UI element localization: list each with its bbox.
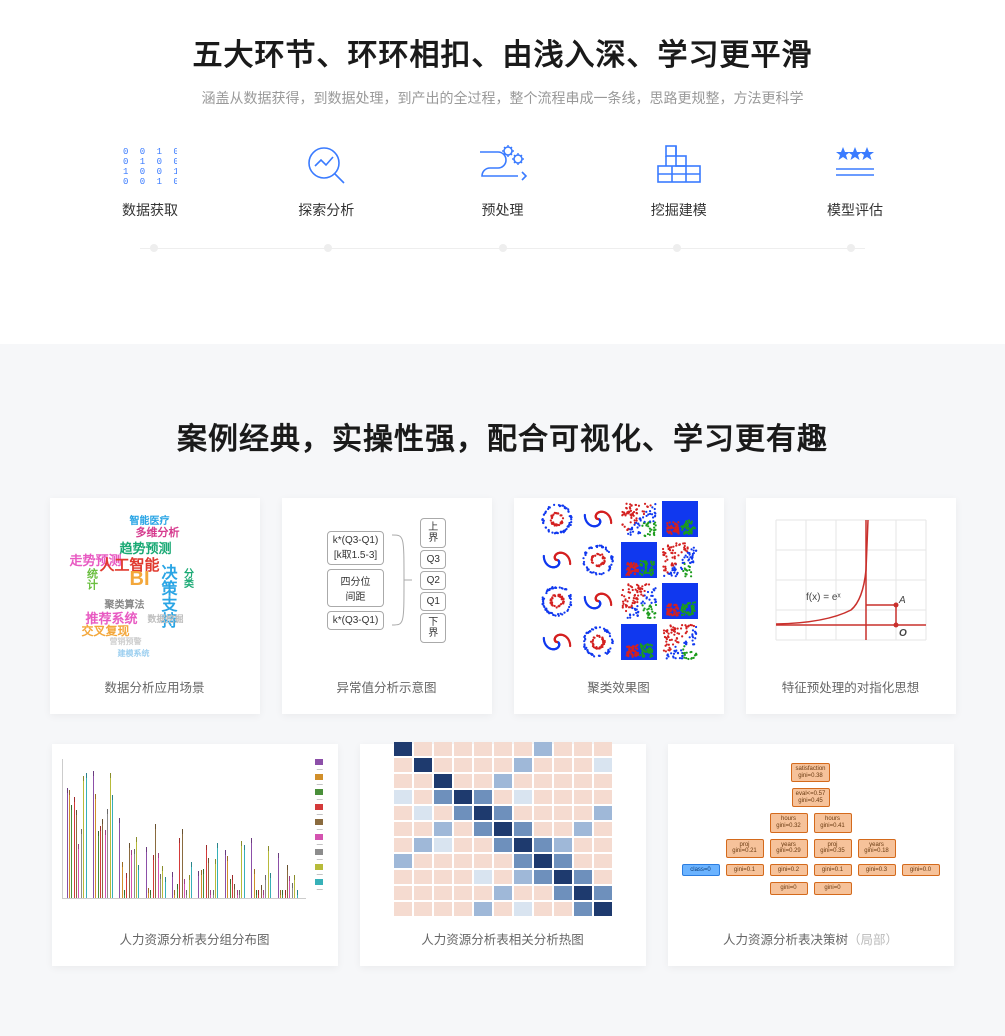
five-steps-section: 五大环节、环环相扣、由浅入深、学习更平滑 涵盖从数据获得，到数据处理，到产出的全… bbox=[0, 0, 1005, 344]
magnify-chart-icon bbox=[304, 144, 348, 186]
q-text: [k取1.5-3] bbox=[333, 546, 379, 561]
q-left-box: k*(Q3-Q1) [k取1.5-3] bbox=[327, 531, 385, 565]
blocks-icon bbox=[656, 144, 702, 186]
wc-word: 建模系统 bbox=[118, 648, 150, 659]
q-text: 四分位 bbox=[333, 573, 379, 588]
card-wordcloud: 智能医疗 多维分析 趋势预测 走势预测 人工智能 BI 决策支持 统计 分类 聚… bbox=[50, 498, 260, 714]
math-point-a: A bbox=[898, 595, 906, 606]
heatmap-figure bbox=[360, 744, 646, 914]
timeline-dot bbox=[150, 244, 158, 252]
q-left-box: k*(Q3-Q1) bbox=[327, 611, 385, 630]
bracket-icon bbox=[390, 525, 414, 635]
card-caption: 异常值分析示意图 bbox=[328, 662, 444, 714]
card-grouped-bar: ————————— 人力资源分析表分组分布图 bbox=[52, 744, 338, 966]
card-caption: 数据分析应用场景 bbox=[96, 662, 212, 714]
cards-row-1: 智能医疗 多维分析 趋势预测 走势预测 人工智能 BI 决策支持 统计 分类 聚… bbox=[0, 498, 1005, 714]
card-caption: 人力资源分析表分组分布图 bbox=[111, 914, 277, 966]
steps-timeline bbox=[140, 244, 865, 254]
step-label: 探索分析 bbox=[298, 200, 354, 220]
wordcloud-figure: 智能医疗 多维分析 趋势预测 走势预测 人工智能 BI 决策支持 统计 分类 聚… bbox=[50, 498, 260, 662]
step-model: 挖掘建模 bbox=[619, 144, 739, 220]
q-right-box: Q1 bbox=[420, 592, 446, 611]
binary-grid-icon: 0 0 1 0 1 0 1 0 0 1 1 0 0 1 0 0 0 1 0 1 bbox=[123, 144, 177, 186]
card-caption: 特征预处理的对指化思想 bbox=[774, 662, 928, 714]
quartile-figure: k*(Q3-Q1) [k取1.5-3] 四分位 间距 k*(Q3-Q1) bbox=[282, 498, 492, 662]
wc-word: 统计 bbox=[84, 568, 100, 590]
svg-text:0 0 1 0 1: 0 0 1 0 1 bbox=[123, 177, 177, 185]
q-right-box: 下界 bbox=[420, 613, 446, 643]
math-point-o: O bbox=[899, 628, 907, 639]
q-left-box: 四分位 间距 bbox=[327, 569, 385, 607]
svg-text:0 0 1 0 1: 0 0 1 0 1 bbox=[123, 147, 177, 157]
q-right-box: Q3 bbox=[420, 550, 446, 569]
math-fx-label: f(x) = eˣ bbox=[806, 592, 841, 603]
step-label: 预处理 bbox=[482, 200, 524, 220]
card-caption: 人力资源分析表决策树 （局部） bbox=[715, 914, 906, 966]
step-evaluate: 模型评估 bbox=[795, 144, 915, 220]
step-explore: 探索分析 bbox=[266, 144, 386, 220]
section1-title: 五大环节、环环相扣、由浅入深、学习更平滑 bbox=[0, 30, 1005, 74]
svg-text:1 0 0 1 0: 1 0 0 1 0 bbox=[123, 167, 177, 177]
step-label: 模型评估 bbox=[827, 200, 883, 220]
stars-underline-icon bbox=[832, 144, 878, 186]
math-figure: f(x) = eˣ A O bbox=[746, 498, 956, 662]
card-decision-tree: satisfactiongini=0.38 eval<=0.57gini=0.4… bbox=[668, 744, 954, 966]
card-math: f(x) = eˣ A O 特征预处理的对指化思想 bbox=[746, 498, 956, 714]
timeline-dot bbox=[499, 244, 507, 252]
svg-text:0 1 0 0 1: 0 1 0 0 1 bbox=[123, 157, 177, 167]
wc-word: BI bbox=[130, 568, 150, 591]
q-text: k*(Q3-Q1) bbox=[333, 535, 379, 546]
caption-suffix: （局部） bbox=[848, 929, 898, 948]
step-data-acquire: 0 0 1 0 1 0 1 0 0 1 1 0 0 1 0 0 0 1 0 1 … bbox=[90, 144, 210, 220]
card-heatmap: 人力资源分析表相关分析热图 bbox=[360, 744, 646, 966]
step-label: 挖掘建模 bbox=[651, 200, 707, 220]
step-label: 数据获取 bbox=[122, 200, 178, 220]
steps-row: 0 0 1 0 1 0 1 0 0 1 1 0 0 1 0 0 0 1 0 1 … bbox=[90, 144, 915, 220]
decision-tree-figure: satisfactiongini=0.38 eval<=0.57gini=0.4… bbox=[668, 744, 954, 914]
card-cluster: 聚类效果图 bbox=[514, 498, 724, 714]
cards-row-2: ————————— 人力资源分析表分组分布图 人力资源分析表相关分析热图 sat… bbox=[0, 744, 1005, 966]
q-right-box: Q2 bbox=[420, 571, 446, 590]
card-quartile: k*(Q3-Q1) [k取1.5-3] 四分位 间距 k*(Q3-Q1) bbox=[282, 498, 492, 714]
timeline-dot bbox=[324, 244, 332, 252]
card-caption: 人力资源分析表相关分析热图 bbox=[413, 914, 592, 966]
card-caption: 聚类效果图 bbox=[579, 662, 658, 714]
q-right-box: 上界 bbox=[420, 518, 446, 548]
grouped-bar-figure: ————————— bbox=[52, 744, 338, 914]
q-text: 间距 bbox=[333, 588, 379, 603]
steps-wrap: 0 0 1 0 1 0 1 0 0 1 1 0 0 1 0 0 0 1 0 1 … bbox=[0, 144, 1005, 254]
step-preprocess: 预处理 bbox=[443, 144, 563, 220]
gears-flow-icon bbox=[478, 144, 528, 186]
timeline-dots bbox=[140, 244, 865, 254]
cluster-figure bbox=[514, 498, 724, 662]
cases-section: 案例经典，实操性强，配合可视化、学习更有趣 智能医疗 多维分析 趋势预测 走势预… bbox=[0, 344, 1005, 1036]
caption-main: 人力资源分析表决策树 bbox=[723, 929, 848, 948]
timeline-dot bbox=[847, 244, 855, 252]
section1-subtitle: 涵盖从数据获得，到数据处理，到产出的全过程，整个流程串成一条线，思路更规整，方法… bbox=[0, 88, 1005, 108]
timeline-dot bbox=[673, 244, 681, 252]
wc-word: 营销预警 bbox=[110, 636, 142, 647]
wc-word: 分类 bbox=[180, 568, 195, 588]
section2-title: 案例经典，实操性强，配合可视化、学习更有趣 bbox=[0, 414, 1005, 458]
wc-word: 数据挖掘 bbox=[148, 612, 184, 625]
